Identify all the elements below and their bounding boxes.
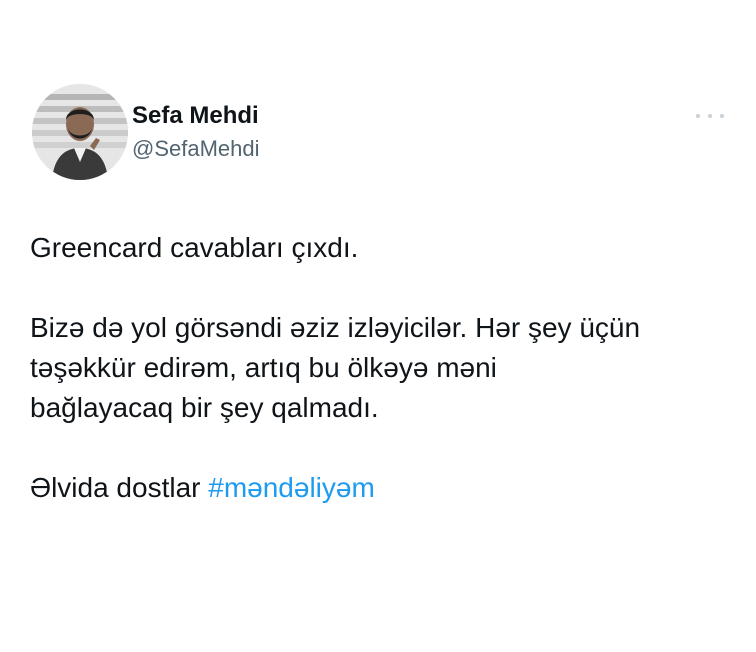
more-options-button[interactable] (696, 110, 724, 122)
tweet-paragraph: Bizə də yol görsəndi əziz izləyicilər. H… (30, 308, 746, 428)
author-block: Sefa Mehdi @SefaMehdi (132, 102, 260, 162)
more-horizontal-icon-dot (708, 114, 712, 118)
person-photo-icon (32, 84, 128, 180)
tweet-header: Sefa Mehdi @SefaMehdi (32, 84, 732, 190)
more-horizontal-icon (696, 114, 700, 118)
tweet-text: Greencard cavabları çıxdı. Bizə də yol g… (30, 228, 746, 508)
author-display-name[interactable]: Sefa Mehdi (132, 102, 260, 130)
author-handle[interactable]: @SefaMehdi (132, 136, 260, 162)
avatar[interactable] (32, 84, 128, 180)
tweet-line: Bizə də yol görsəndi əziz izləyicilər. H… (30, 312, 641, 343)
tweet-card: Sefa Mehdi @SefaMehdi Greencard cavablar… (0, 0, 756, 652)
tweet-line: təşəkkür edirəm, artıq bu ölkəyə məni (30, 352, 497, 383)
tweet-line: bağlayacaq bir şey qalmadı. (30, 392, 379, 423)
hashtag-link[interactable]: #məndəliyəm (208, 472, 375, 503)
tweet-paragraph: Əlvida dostlar #məndəliyəm (30, 468, 746, 508)
more-horizontal-icon-dot (720, 114, 724, 118)
tweet-paragraph: Greencard cavabları çıxdı. (30, 232, 359, 263)
tweet-closing-text: Əlvida dostlar (30, 472, 201, 503)
